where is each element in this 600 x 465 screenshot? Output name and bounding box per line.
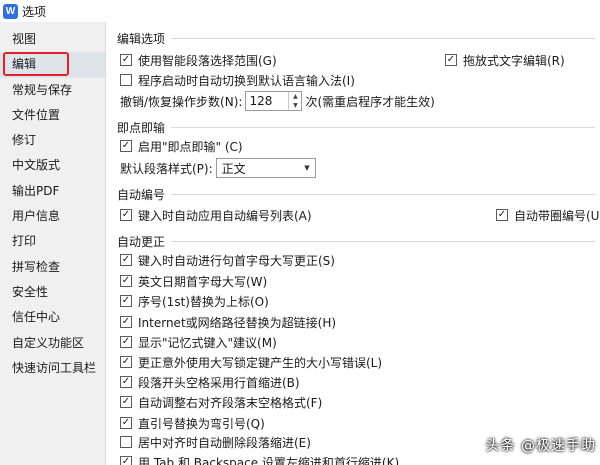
sidebar-item-view[interactable]: 视图	[0, 27, 105, 52]
sidebar-item-quick-access-toolbar[interactable]: 快速访问工具栏	[0, 356, 105, 381]
smart-select-label: 使用智能段落选择范围(G)	[138, 53, 277, 68]
sidebar-item-security[interactable]: 安全性	[0, 280, 105, 305]
autocorrect-checkbox[interactable]: ✓	[120, 275, 132, 287]
autocorrect-checkbox[interactable]: ✓	[120, 396, 132, 408]
autocorrect-item[interactable]: ✓ 段落开头空格采用行首缩进(B)	[120, 374, 300, 390]
window-title: 选项	[22, 4, 47, 19]
sidebar-item-user-info[interactable]: 用户信息	[0, 204, 105, 229]
section-title-click-and-type: 即点即输	[117, 121, 166, 135]
undo-steps-label: 撤销/恢复操作步数(N):	[120, 94, 243, 109]
autocorrect-checkbox[interactable]: ✓	[120, 376, 132, 388]
autocorrect-checkbox[interactable]: ✓	[120, 456, 132, 465]
watermark: 头条 @极速手助	[485, 438, 596, 454]
autocorrect-checkbox[interactable]: ✓	[120, 417, 132, 429]
autocorrect-label: 显示"记忆式键入"建议(M)	[138, 335, 277, 350]
section-title-edit-options: 编辑选项	[117, 32, 166, 46]
drag-drop-option[interactable]: ✓ 拖放式文字编辑(R)	[445, 52, 565, 68]
auto-circle-option[interactable]: ✓ 自动带圈编号(U)	[496, 207, 600, 223]
autocorrect-label: 用 Tab 和 Backspace 设置左缩进和首行缩进(K)	[138, 455, 400, 465]
sidebar-item-general-save[interactable]: 常规与保存	[0, 78, 105, 103]
default-style-value: 正文	[221, 161, 246, 176]
autocorrect-checkbox[interactable]: ✓	[120, 254, 132, 266]
auto-circle-checkbox[interactable]: ✓	[496, 209, 508, 221]
sidebar-item-trust-center[interactable]: 信任中心	[0, 305, 105, 330]
autocorrect-item[interactable]: ✓ 直引号替换为弯引号(Q)	[120, 415, 265, 431]
dropdown-caret-icon: ▼	[304, 164, 310, 172]
title-bar: W 选项	[0, 0, 600, 22]
sidebar-item-print[interactable]: 打印	[0, 229, 105, 254]
autocorrect-item[interactable]: ✓ 用 Tab 和 Backspace 设置左缩进和首行缩进(K)	[120, 454, 399, 465]
autocorrect-checkbox[interactable]: ✓	[120, 356, 132, 368]
autocorrect-checkbox[interactable]: ✓	[120, 316, 132, 328]
autocorrect-item[interactable]: ✓ 显示"记忆式键入"建议(M)	[120, 334, 277, 350]
autocorrect-label: 英文日期首字母大写(W)	[138, 274, 268, 289]
autocorrect-item[interactable]: ✓ 英文日期首字母大写(W)	[120, 273, 267, 289]
section-divider	[171, 38, 595, 39]
drag-drop-label: 拖放式文字编辑(R)	[463, 53, 565, 68]
sidebar-item-customize-ribbon[interactable]: 自定义功能区	[0, 331, 105, 356]
click-and-type-label: 启用"即点即输" (C)	[138, 139, 243, 154]
options-sidebar: 视图 编辑 常规与保存 文件位置 修订 中文版式 输出PDF 用户信息 打印 拼…	[0, 22, 106, 465]
autocorrect-item[interactable]: 居中对齐时自动删除段落缩进(E)	[120, 434, 311, 450]
undo-steps-row: 撤销/恢复操作步数(N): 128 ▲ ▼ 次(需重启程序才能生效)	[120, 90, 435, 112]
autocorrect-label: Internet或网络路径替换为超链接(H)	[138, 315, 337, 330]
default-style-select[interactable]: 正文 ▼	[215, 158, 316, 178]
autocorrect-checkbox[interactable]	[120, 436, 132, 448]
smart-select-option[interactable]: ✓ 使用智能段落选择范围(G)	[120, 52, 277, 68]
autocorrect-item[interactable]: ✓ Internet或网络路径替换为超链接(H)	[120, 314, 336, 330]
click-and-type-option[interactable]: ✓ 启用"即点即输" (C)	[120, 138, 243, 154]
stepper-arrows[interactable]: ▲ ▼	[288, 92, 301, 110]
default-style-row: 默认段落样式(P): 正文 ▼	[120, 157, 316, 179]
autocorrect-label: 更正意外使用大写锁定键产生的大小写错误(L)	[138, 355, 383, 370]
autocorrect-label: 段落开头空格采用行首缩进(B)	[138, 375, 300, 390]
smart-select-checkbox[interactable]: ✓	[120, 54, 132, 66]
section-title-auto-numbering: 自动编号	[117, 188, 166, 202]
autocorrect-label: 自动调整右对齐段落末空格格式(F)	[138, 395, 323, 410]
auto-circle-label: 自动带圈编号(U)	[514, 208, 600, 223]
options-content: 编辑选项 ✓ 使用智能段落选择范围(G) ✓ 拖放式文字编辑(R) 程序启动时自…	[107, 22, 600, 465]
auto-list-checkbox[interactable]: ✓	[120, 209, 132, 221]
autocorrect-label: 序号(1st)替换为上标(O)	[138, 294, 269, 309]
drag-drop-checkbox[interactable]: ✓	[445, 54, 457, 66]
sidebar-item-revision[interactable]: 修订	[0, 128, 105, 153]
undo-steps-note: 次(需重启程序才能生效)	[305, 94, 435, 109]
sidebar-item-spell-check[interactable]: 拼写检查	[0, 255, 105, 280]
section-divider	[171, 241, 595, 242]
sidebar-item-chinese-layout[interactable]: 中文版式	[0, 153, 105, 178]
sidebar-item-export-pdf[interactable]: 输出PDF	[0, 179, 105, 204]
stepper-down-arrow-icon[interactable]: ▼	[293, 102, 298, 109]
autocorrect-checkbox[interactable]: ✓	[120, 295, 132, 307]
autocorrect-item[interactable]: ✓ 键入时自动进行句首字母大写更正(S)	[120, 252, 335, 268]
section-divider	[171, 127, 595, 128]
sidebar-item-file-location[interactable]: 文件位置	[0, 103, 105, 128]
undo-steps-stepper[interactable]: 128 ▲ ▼	[245, 91, 303, 111]
default-style-label: 默认段落样式(P):	[120, 161, 213, 176]
auto-list-label: 键入时自动应用自动编号列表(A)	[138, 208, 312, 223]
autocorrect-item[interactable]: ✓ 更正意外使用大写锁定键产生的大小写错误(L)	[120, 354, 382, 370]
auto-ime-option[interactable]: 程序启动时自动切换到默认语言输入法(I)	[120, 72, 355, 88]
section-divider	[171, 194, 595, 195]
auto-ime-checkbox[interactable]	[120, 74, 132, 86]
autocorrect-label: 键入时自动进行句首字母大写更正(S)	[138, 253, 335, 268]
auto-ime-label: 程序启动时自动切换到默认语言输入法(I)	[138, 73, 355, 88]
section-title-autocorrect: 自动更正	[117, 235, 166, 249]
stepper-up-arrow-icon[interactable]: ▲	[293, 93, 298, 100]
autocorrect-label: 居中对齐时自动删除段落缩进(E)	[138, 435, 311, 450]
autocorrect-item[interactable]: ✓ 序号(1st)替换为上标(O)	[120, 293, 269, 309]
autocorrect-checkbox[interactable]: ✓	[120, 336, 132, 348]
autocorrect-item[interactable]: ✓ 自动调整右对齐段落末空格格式(F)	[120, 394, 322, 410]
autocorrect-label: 直引号替换为弯引号(Q)	[138, 416, 265, 431]
click-and-type-checkbox[interactable]: ✓	[120, 140, 132, 152]
undo-steps-value[interactable]: 128	[246, 94, 288, 108]
wps-writer-icon: W	[3, 3, 18, 19]
selection-highlight-box	[3, 52, 69, 76]
auto-list-option[interactable]: ✓ 键入时自动应用自动编号列表(A)	[120, 207, 312, 223]
